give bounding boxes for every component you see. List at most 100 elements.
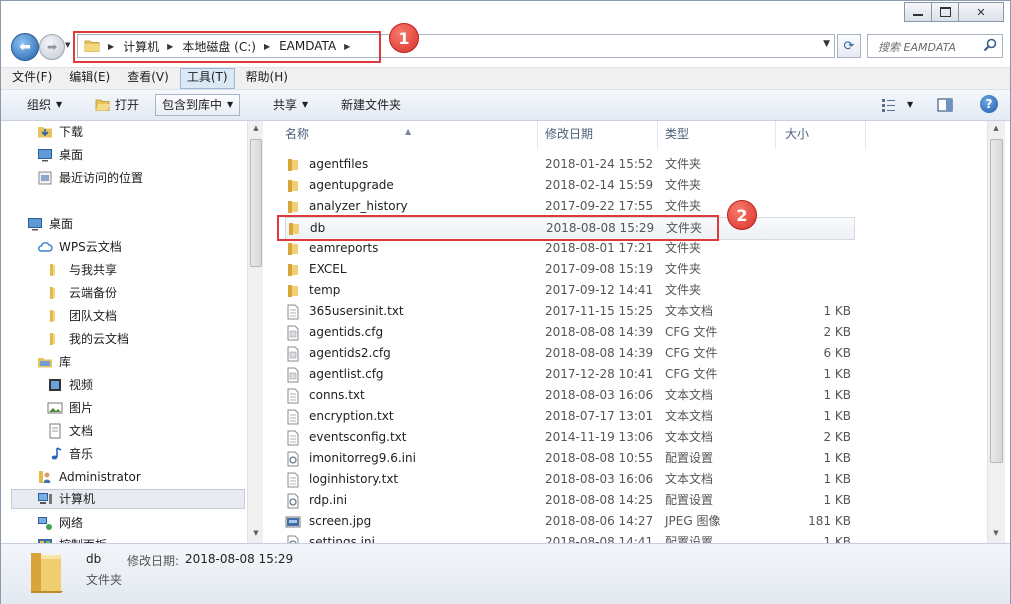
file-date: 2017-09-12 14:41 <box>545 283 654 297</box>
file-row[interactable]: loginhistory.txt 2018-08-03 16:06 文本文档 1 KB <box>285 469 853 490</box>
file-row[interactable]: agentlist.cfg 2017-12-28 10:41 CFG 文件 1 KB <box>285 364 853 385</box>
annotation-marker-1: 1 <box>389 23 419 53</box>
nav-item-network[interactable]: 网络 <box>37 513 83 533</box>
nav-item-control-panel[interactable]: 控制面板 <box>37 535 107 543</box>
preview-pane-button[interactable] <box>937 95 953 115</box>
organize-button[interactable]: 组织 ▼ <box>27 95 62 115</box>
file-row[interactable]: encryption.txt 2018-07-17 13:01 文本文档 1 KB <box>285 406 853 427</box>
scroll-up-icon[interactable]: ▲ <box>249 124 263 132</box>
file-row[interactable]: screen.jpg 2018-08-06 14:27 JPEG 图像 181 KB <box>285 511 853 532</box>
file-row[interactable]: conns.txt 2018-08-03 16:06 文本文档 1 KB <box>285 385 853 406</box>
scroll-up-icon[interactable]: ▲ <box>989 124 1003 132</box>
file-name-cell: agentfiles <box>285 154 368 175</box>
nav-label: 库 <box>59 355 72 369</box>
search-input[interactable] <box>876 37 988 57</box>
file-type: 文件夹 <box>665 199 702 213</box>
nav-item-shared-with-me[interactable]: 与我共享 <box>47 260 117 280</box>
file-row[interactable]: temp 2017-09-12 14:41 文件夹 <box>285 280 853 301</box>
nav-item-recent-places[interactable]: 最近访问的位置 <box>37 168 143 188</box>
search-icon[interactable] <box>982 37 998 53</box>
nav-item-team-docs[interactable]: 团队文档 <box>47 306 117 326</box>
file-name: eventsconfig.txt <box>309 430 407 444</box>
history-dropdown[interactable]: ▼ <box>65 41 70 49</box>
file-row[interactable]: agentids2.cfg 2018-08-08 14:39 CFG 文件 6 KB <box>285 343 853 364</box>
cfg-file-icon <box>285 325 301 341</box>
nav-item-administrator[interactable]: Administrator <box>37 467 141 487</box>
nav-item-libraries[interactable]: 库 <box>37 352 71 372</box>
file-name: loginhistory.txt <box>309 472 399 486</box>
ini-file-icon <box>285 493 301 509</box>
nav-item-computer[interactable]: 计算机 <box>11 489 245 509</box>
file-row[interactable]: agentfiles 2018-01-24 15:52 文件夹 <box>285 154 853 175</box>
nav-item-cloud-backup[interactable]: 云端备份 <box>47 283 117 303</box>
file-date: 2018-01-24 15:52 <box>545 157 654 171</box>
help-button[interactable]: ? <box>980 95 998 113</box>
back-button[interactable]: ⬅ <box>11 33 39 61</box>
menu-tools[interactable]: 工具(T) <box>179 68 235 89</box>
nav-item-desktop-fav[interactable]: 桌面 <box>37 145 83 165</box>
search-box[interactable] <box>867 34 1003 58</box>
file-name-cell: agentids.cfg <box>285 322 383 343</box>
cloud-icon <box>37 239 53 255</box>
file-name-cell: temp <box>285 280 340 301</box>
file-date: 2018-02-14 15:59 <box>545 178 654 192</box>
file-row[interactable]: agentids.cfg 2018-08-08 14:39 CFG 文件 2 KB <box>285 322 853 343</box>
file-date: 2018-08-01 17:21 <box>545 241 654 255</box>
forward-button[interactable]: ➡ <box>39 34 65 60</box>
file-row[interactable]: settings.ini 2018-08-08 14:41 配置设置 1 KB <box>285 532 853 543</box>
folder-icon <box>285 262 301 278</box>
file-row[interactable]: analyzer_history 2017-09-22 17:55 文件夹 <box>285 196 853 217</box>
include-in-library-button[interactable]: 包含到库中 ▼ <box>155 94 241 116</box>
file-name-cell: rdp.ini <box>285 490 347 511</box>
nav-item-my-cloud-docs[interactable]: 我的云文档 <box>47 329 129 349</box>
column-header-name[interactable]: 名称 ▲ <box>279 121 538 149</box>
nav-item-pictures[interactable]: 图片 <box>47 398 93 418</box>
file-row[interactable]: eamreports 2018-08-01 17:21 文件夹 <box>285 238 853 259</box>
file-name: analyzer_history <box>309 199 408 213</box>
nav-item-desktop[interactable]: 桌面 <box>27 214 73 234</box>
nav-item-videos[interactable]: 视频 <box>47 375 93 395</box>
nav-scrollbar[interactable]: ▲ ▼ <box>247 121 263 543</box>
maximize-button[interactable] <box>931 2 959 22</box>
nav-item-documents[interactable]: 文档 <box>47 421 93 441</box>
column-header-date[interactable]: 修改日期 <box>539 121 658 149</box>
scroll-down-icon[interactable]: ▼ <box>989 529 1003 537</box>
minimize-icon <box>913 14 923 16</box>
share-button[interactable]: 共享 ▼ <box>273 95 308 115</box>
column-header-size[interactable]: 大小 <box>779 121 866 149</box>
nav-item-music[interactable]: 音乐 <box>47 444 93 464</box>
open-button[interactable]: 打开 <box>95 95 139 115</box>
file-row[interactable]: eventsconfig.txt 2014-11-19 13:06 文本文档 2 KB <box>285 427 853 448</box>
close-button[interactable]: ✕ <box>958 2 1004 22</box>
nav-item-downloads[interactable]: 下载 <box>37 122 83 142</box>
view-options-button[interactable]: ▼ <box>881 95 913 115</box>
folder-icon <box>285 178 301 194</box>
file-type: 文本文档 <box>665 472 714 486</box>
file-list-scrollbar-thumb[interactable] <box>990 139 1003 463</box>
menu-view[interactable]: 查看(V) <box>116 68 175 89</box>
new-folder-button[interactable]: 新建文件夹 <box>341 95 401 115</box>
file-name: settings.ini <box>309 535 375 543</box>
refresh-button[interactable]: ⟳ <box>837 34 861 58</box>
menu-help[interactable]: 帮助(H) <box>235 68 294 89</box>
chevron-down-icon: ▼ <box>302 100 309 109</box>
file-list-scrollbar[interactable]: ▲ ▼ <box>987 121 1005 543</box>
nav-item-wps-cloud[interactable]: WPS云文档 <box>37 237 122 257</box>
network-icon <box>37 515 53 531</box>
nav-scrollbar-thumb[interactable] <box>250 139 262 267</box>
file-date: 2018-08-08 14:25 <box>545 493 654 507</box>
minimize-button[interactable] <box>904 2 932 22</box>
scroll-down-icon[interactable]: ▼ <box>249 529 263 537</box>
menu-file[interactable]: 文件(F) <box>1 68 58 89</box>
nav-label: 最近访问的位置 <box>59 171 144 185</box>
address-dropdown-icon[interactable]: ▼ <box>823 39 830 49</box>
menu-edit[interactable]: 编辑(E) <box>58 68 116 89</box>
file-row[interactable]: 365usersinit.txt 2017-11-15 15:25 文本文档 1 KB <box>285 301 853 322</box>
file-row[interactable]: agentupgrade 2018-02-14 15:59 文件夹 <box>285 175 853 196</box>
file-row[interactable]: imonitorreg9.6.ini 2018-08-08 10:55 配置设置 1 … <box>285 448 853 469</box>
computer-icon <box>37 491 53 507</box>
column-header-type[interactable]: 类型 <box>659 121 776 149</box>
file-row[interactable]: EXCEL 2017-09-08 15:19 文件夹 <box>285 259 853 280</box>
file-row[interactable]: rdp.ini 2018-08-08 14:25 配置设置 1 KB <box>285 490 853 511</box>
folder-icon <box>285 241 301 257</box>
